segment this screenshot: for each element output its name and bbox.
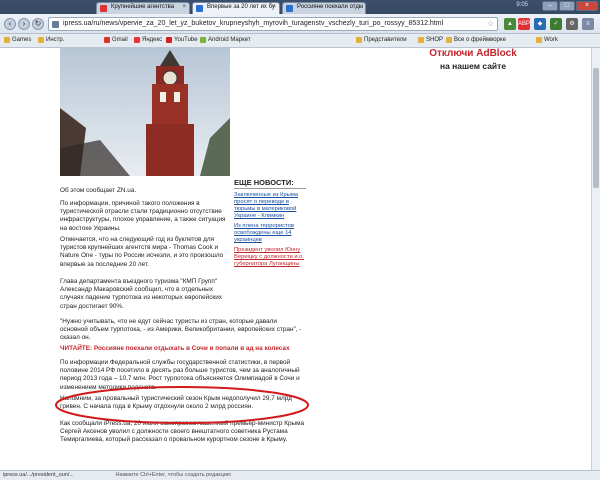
extension-icon[interactable]: ✓ <box>550 18 562 30</box>
window-controls: – □ × <box>542 1 598 11</box>
ad-subtitle: на нашем сайте <box>439 61 507 71</box>
bookmark-youtube[interactable]: YouTube <box>166 37 198 43</box>
bookmark-label: YouTube <box>174 37 198 43</box>
browser-chrome: Крупнейшие агентства × Впервые за 20 лет… <box>0 0 600 50</box>
adblock-icon[interactable]: ABP <box>518 18 530 30</box>
scrollbar-thumb[interactable] <box>593 68 599 188</box>
bookmark-label: Work <box>544 37 558 43</box>
close-icon[interactable]: × <box>272 4 276 10</box>
read-also-link[interactable]: ЧИТАЙТЕ: Россияне поехали отдыхать в Соч… <box>60 345 306 353</box>
tab-label: Крупнейшие агентства <box>111 4 175 10</box>
status-bar: ipress.ua/.../president_oun/... Нажмите … <box>0 470 600 480</box>
maximize-icon[interactable]: □ <box>559 1 575 11</box>
bookmark-games[interactable]: Games <box>4 37 31 43</box>
ad-title: Отключи AdBlock <box>429 48 517 59</box>
folder-icon <box>356 37 362 43</box>
close-icon[interactable]: × <box>182 4 186 10</box>
gmail-icon <box>104 37 110 43</box>
article-paragraph: "Нужно учитывать, что не едут сейчас тур… <box>60 318 302 342</box>
close-icon[interactable]: × <box>358 4 362 10</box>
adblock-banner: Отключи AdBlock на нашем сайте <box>408 48 538 71</box>
bookmark-predstaviteli[interactable]: Представители <box>356 37 407 43</box>
close-window-icon[interactable]: × <box>576 1 598 11</box>
bookmark-label: Gmail <box>112 37 128 43</box>
article-paragraph: Глава департамента въездного туризма "КМ… <box>60 278 222 310</box>
web-page: ЕЩЕ НОВОСТИ: Заключенные из Крыма просят… <box>0 48 600 470</box>
toolbar: ‹ › ↻ ipress.ua/ru/news/vpervie_za_20_le… <box>0 14 600 34</box>
yandex-icon <box>134 37 140 43</box>
news-link[interactable]: Заключенные из Крыма просят о переводе в… <box>234 192 306 220</box>
kremlin-tower-image <box>60 48 230 176</box>
bookmark-android[interactable]: Android Маркет <box>200 37 251 43</box>
android-icon <box>200 37 206 43</box>
scrollbar[interactable] <box>591 48 600 470</box>
red-circle-annotation <box>55 386 309 424</box>
article-paragraph: Отмечается, что на следующий год из букл… <box>60 236 224 268</box>
status-hint: Нажмите Ctrl+Enter, чтобы создать редакц… <box>115 472 232 478</box>
news-link[interactable]: Президент уволил Юнну Вереіцку с должнос… <box>234 247 306 268</box>
extension-icon[interactable]: ▲ <box>504 18 516 30</box>
folder-icon <box>38 37 44 43</box>
tab-favicon <box>286 5 293 12</box>
bookmark-label: Представители <box>364 37 407 43</box>
bookmark-label: Все о фреймворке <box>454 37 506 43</box>
url-text: ipress.ua/ru/news/vpervie_za_20_let_yz_b… <box>63 20 444 27</box>
extension-icon[interactable]: ⚙ <box>566 18 578 30</box>
address-bar[interactable]: ipress.ua/ru/news/vpervie_za_20_let_yz_b… <box>48 17 498 31</box>
article-source: Об этом сообщает ZN.ua. <box>60 187 137 194</box>
forward-icon[interactable]: › <box>18 18 30 30</box>
tab-label: Впервые за 20 лет их бу <box>207 4 275 10</box>
bookmark-label: Инстр. <box>46 37 65 43</box>
folder-icon <box>536 37 542 43</box>
menu-icon[interactable]: ≡ <box>582 18 594 30</box>
page-icon <box>52 21 59 28</box>
more-news: ЕЩЕ НОВОСТИ: Заключенные из Крыма просят… <box>234 178 306 268</box>
bookmark-shop[interactable]: SHOP <box>418 37 443 43</box>
clock: 9:05 <box>516 2 528 8</box>
news-link[interactable]: Из плена террористов освобождены еще 14 … <box>234 223 306 244</box>
reload-icon[interactable]: ↻ <box>32 18 44 30</box>
extension-icon[interactable]: ◆ <box>534 18 546 30</box>
tab-3[interactable]: Россияне поехали отды × <box>282 2 366 14</box>
bookmarks-bar: Games Инстр. Gmail Яндекс YouTube Androi… <box>0 34 600 48</box>
more-news-heading: ЕЩЕ НОВОСТИ: <box>234 178 306 189</box>
minimize-icon[interactable]: – <box>542 1 558 11</box>
tab-favicon <box>196 5 203 12</box>
folder-icon <box>4 37 10 43</box>
folder-icon <box>446 37 452 43</box>
tab-strip: Крупнейшие агентства × Впервые за 20 лет… <box>0 0 600 14</box>
bookmark-label: Android Маркет <box>208 37 251 43</box>
bookmark-framework[interactable]: Все о фреймворке <box>446 37 506 43</box>
bookmark-label: Games <box>12 37 32 43</box>
youtube-icon <box>166 37 172 43</box>
kremlin-photo <box>60 48 230 176</box>
status-url: ipress.ua/.../president_oun/... <box>3 472 74 478</box>
article-paragraph: По информации, причиной такого положения… <box>60 200 226 232</box>
bookmark-label: Яндекс <box>142 37 163 43</box>
bookmark-gmail[interactable]: Gmail <box>104 37 128 43</box>
tab-favicon <box>100 5 107 12</box>
tab-1[interactable]: Крупнейшие агентства × <box>96 2 190 14</box>
bookmark-instr[interactable]: Инстр. <box>38 37 64 43</box>
bookmark-label: SHOP <box>426 37 444 43</box>
back-icon[interactable]: ‹ <box>4 18 16 30</box>
bookmark-star-icon[interactable]: ☆ <box>487 19 494 28</box>
bookmark-yandex[interactable]: Яндекс <box>134 37 162 43</box>
bookmark-work[interactable]: Work <box>536 37 558 43</box>
tab-label: Россияне поехали отды <box>297 4 364 10</box>
tab-2[interactable]: Впервые за 20 лет их бу × <box>192 2 280 14</box>
folder-icon <box>418 37 424 43</box>
article-column: ЕЩЕ НОВОСТИ: Заключенные из Крыма просят… <box>55 48 309 470</box>
